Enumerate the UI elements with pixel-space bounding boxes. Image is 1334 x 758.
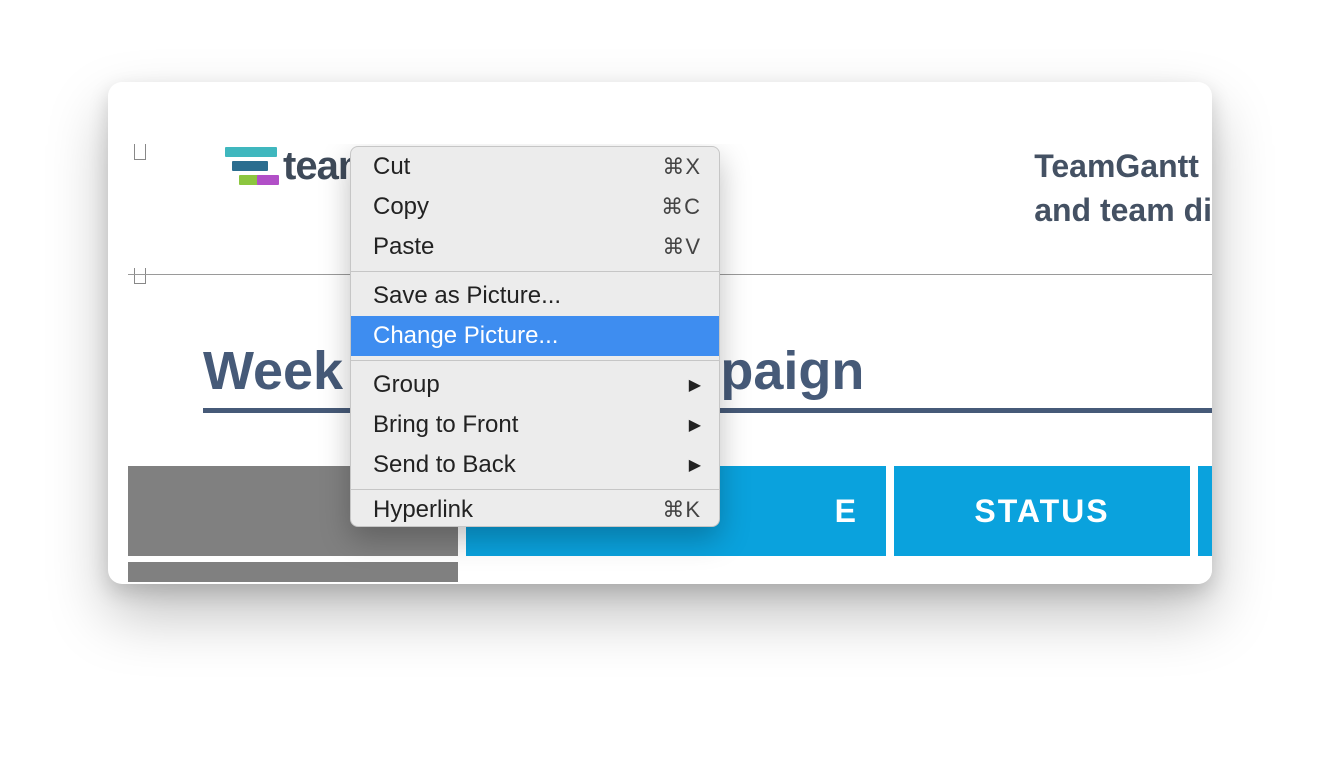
menu-item-send-to-back[interactable]: Send to Back ▶ xyxy=(351,445,719,485)
context-menu: Cut ⌘X Copy ⌘C Paste ⌘V Save as Picture.… xyxy=(350,146,720,527)
menu-separator xyxy=(351,360,719,361)
menu-item-label: Cut xyxy=(373,153,662,181)
menu-item-label: Send to Back xyxy=(373,451,689,479)
submenu-arrow-icon: ▶ xyxy=(689,375,701,395)
menu-item-label: Save as Picture... xyxy=(373,282,701,310)
submenu-arrow-icon: ▶ xyxy=(689,455,701,475)
menu-item-label: Hyperlink xyxy=(373,496,662,524)
menu-item-label: Change Picture... xyxy=(373,322,701,350)
menu-item-label: Copy xyxy=(373,193,661,221)
menu-item-paste[interactable]: Paste ⌘V xyxy=(351,227,719,267)
menu-item-label: Group xyxy=(373,371,689,399)
menu-separator xyxy=(351,489,719,490)
header-tagline: TeamGantt and team di xyxy=(1034,144,1212,232)
column-header-e: E xyxy=(835,493,858,530)
logo-bars-icon xyxy=(225,147,277,187)
menu-item-shortcut: ⌘K xyxy=(662,497,701,523)
header-line-1: TeamGantt xyxy=(1034,144,1212,188)
column-header-status: STATUS xyxy=(974,493,1109,530)
menu-item-label: Paste xyxy=(373,233,662,261)
table-header-status: STATUS xyxy=(894,466,1190,556)
menu-item-bring-to-front[interactable]: Bring to Front ▶ xyxy=(351,405,719,445)
menu-separator xyxy=(351,271,719,272)
menu-item-shortcut: ⌘V xyxy=(662,234,701,260)
menu-item-label: Bring to Front xyxy=(373,411,689,439)
window-card: teamgantt TeamGantt and team di Week ew … xyxy=(108,82,1212,584)
menu-item-save-as-picture[interactable]: Save as Picture... xyxy=(351,276,719,316)
submenu-arrow-icon: ▶ xyxy=(689,415,701,435)
menu-item-shortcut: ⌘C xyxy=(661,194,701,220)
table-header-next xyxy=(1198,466,1212,556)
menu-item-cut[interactable]: Cut ⌘X xyxy=(351,147,719,187)
menu-item-group[interactable]: Group ▶ xyxy=(351,365,719,405)
menu-item-hyperlink[interactable]: Hyperlink ⌘K xyxy=(351,494,719,526)
table-row-stub xyxy=(128,562,458,582)
menu-item-shortcut: ⌘X xyxy=(662,154,701,180)
header-line-2: and team di xyxy=(1034,188,1212,232)
document-canvas: teamgantt TeamGantt and team di Week ew … xyxy=(128,144,1212,584)
menu-item-copy[interactable]: Copy ⌘C xyxy=(351,187,719,227)
ruler-mark-icon xyxy=(134,144,146,160)
menu-item-change-picture[interactable]: Change Picture... xyxy=(351,316,719,356)
ruler-mark-icon xyxy=(134,268,146,284)
